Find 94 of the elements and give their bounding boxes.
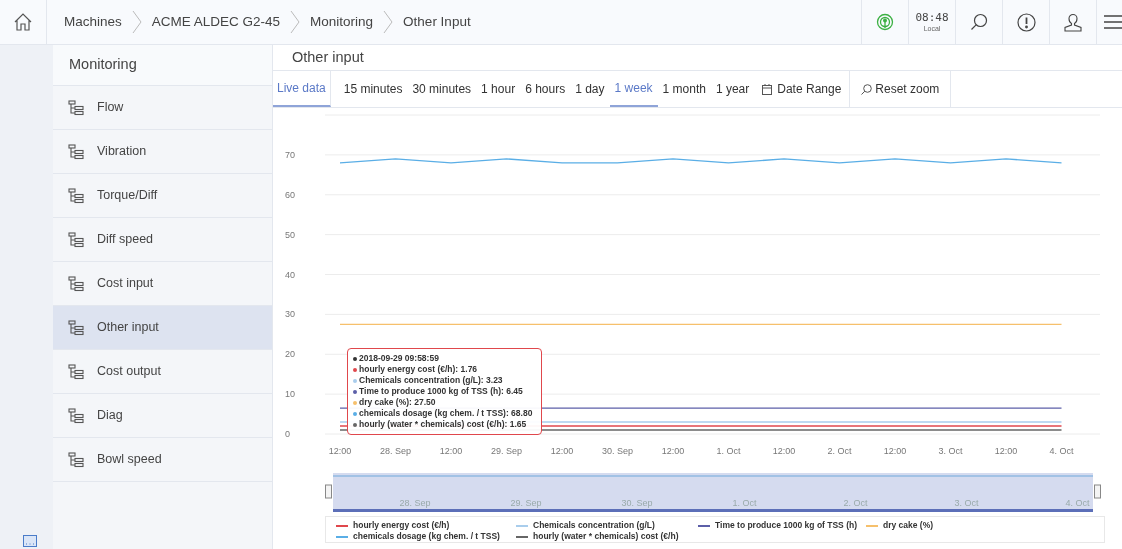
time-range-tab[interactable]: 1 month bbox=[657, 71, 711, 107]
tooltip-entry: Chemicals concentration (g/L): 3.23 bbox=[359, 375, 503, 386]
legend-label[interactable]: dry cake (%) bbox=[883, 520, 934, 531]
breadcrumb-link[interactable]: ACME ALDEC G2-45 bbox=[151, 11, 281, 33]
tooltip-entry: chemicals dosage (kg chem. / t TSS): 68.80 bbox=[359, 408, 533, 419]
time-range-tab[interactable]: 1 year bbox=[710, 71, 755, 107]
tree-icon bbox=[68, 319, 84, 336]
breadcrumb-link[interactable]: Machines bbox=[64, 11, 122, 33]
navigator-label: 29. Sep bbox=[510, 498, 542, 508]
time-range-tab[interactable]: 6 hours bbox=[520, 71, 571, 107]
search-icon bbox=[970, 13, 988, 31]
navigator-label: 1. Oct bbox=[732, 498, 757, 508]
sidebar-item[interactable]: Bowl speed bbox=[53, 438, 272, 482]
legend-label[interactable]: hourly energy cost (€/h) bbox=[353, 520, 450, 531]
sidebar-title: Monitoring bbox=[53, 45, 272, 86]
tree-icon bbox=[68, 407, 84, 424]
tree-icon bbox=[68, 275, 84, 292]
live-data-tab[interactable]: Live data bbox=[273, 71, 331, 107]
x-axis-label: 1. Oct bbox=[716, 446, 741, 456]
tooltip-entry: hourly energy cost (€/h): 1.76 bbox=[359, 364, 478, 375]
chevron-icon bbox=[383, 10, 394, 34]
navigator-handle[interactable] bbox=[1094, 484, 1101, 499]
calendar-icon bbox=[762, 83, 774, 95]
y-axis-label: 40 bbox=[285, 269, 295, 280]
legend-label[interactable]: hourly (water * chemicals) cost (€/h) bbox=[533, 531, 679, 542]
legend-label[interactable]: chemicals dosage (kg chem. / t TSS) bbox=[353, 531, 500, 542]
y-axis-label: 50 bbox=[285, 229, 295, 240]
legend-label[interactable]: Time to produce 1000 kg of TSS (h) bbox=[715, 520, 857, 531]
navigator-label: 30. Sep bbox=[621, 498, 653, 508]
date-range-button[interactable]: Date Range bbox=[754, 71, 851, 107]
sidebar-item[interactable]: Diag bbox=[53, 394, 272, 438]
y-axis-label: 10 bbox=[285, 389, 295, 400]
tooltip-title: 2018-09-29 09:58:59 bbox=[359, 353, 439, 364]
x-axis-label: 2. Oct bbox=[827, 446, 852, 456]
tree-icon bbox=[68, 187, 84, 204]
page-title: Other input bbox=[273, 45, 1122, 71]
sidebar-item[interactable]: Vibration bbox=[53, 130, 272, 174]
menu-button[interactable] bbox=[1096, 0, 1122, 44]
tooltip-entry: dry cake (%): 27.50 bbox=[359, 397, 436, 408]
tree-icon bbox=[68, 363, 84, 380]
home-icon bbox=[13, 12, 33, 32]
signal-icon bbox=[876, 13, 894, 31]
legend-label[interactable]: Chemicals concentration (g/L) bbox=[533, 520, 655, 531]
navigator-label: 28. Sep bbox=[399, 498, 431, 508]
tree-icon bbox=[68, 143, 84, 160]
x-axis-label: 12:00 bbox=[883, 446, 907, 456]
tooltip-entry: Time to produce 1000 kg of TSS (h): 6.45 bbox=[359, 386, 523, 397]
tree-icon bbox=[68, 99, 84, 116]
time-range-tab[interactable]: 1 week bbox=[609, 71, 658, 107]
x-axis-label: 4. Oct bbox=[1049, 446, 1074, 456]
x-axis-label: 3. Oct bbox=[938, 446, 963, 456]
x-axis-label: 12:00 bbox=[994, 446, 1018, 456]
sidebar-item[interactable]: Torque/Diff bbox=[53, 174, 272, 218]
sidebar-item[interactable]: Diff speed bbox=[53, 218, 272, 262]
navigator-band[interactable] bbox=[332, 473, 1094, 512]
chevron-icon bbox=[131, 10, 142, 34]
chevron-icon bbox=[290, 10, 301, 34]
breadcrumb-link[interactable]: Other Input bbox=[403, 11, 471, 33]
clock-time: 08:48 bbox=[915, 12, 949, 23]
navigator-label: 3. Oct bbox=[954, 498, 979, 508]
alert-icon bbox=[1016, 12, 1036, 32]
tree-icon bbox=[68, 231, 84, 248]
sidebar-item[interactable]: Cost output bbox=[53, 350, 272, 394]
navigator-label: 2. Oct bbox=[843, 498, 868, 508]
x-axis-label: 12:00 bbox=[550, 446, 574, 456]
sidebar-item[interactable]: Flow bbox=[53, 86, 272, 130]
x-axis-label: 28. Sep bbox=[380, 446, 411, 456]
time-range-tab[interactable]: 15 minutes bbox=[338, 71, 408, 107]
y-axis-label: 70 bbox=[285, 149, 295, 160]
x-axis-label: 12:00 bbox=[772, 446, 796, 456]
tooltip-entry: hourly (water * chemicals) cost (€/h): 1.65 bbox=[359, 419, 527, 430]
time-range-tab[interactable]: 30 minutes bbox=[407, 71, 477, 107]
y-axis-label: 20 bbox=[285, 349, 295, 360]
time-range-tab[interactable]: 1 day bbox=[570, 71, 610, 107]
breadcrumb-link[interactable]: Monitoring bbox=[310, 11, 374, 33]
y-axis-label: 0 bbox=[285, 429, 290, 439]
reset-zoom-button[interactable]: Reset zoom bbox=[850, 71, 952, 107]
monitor-icon[interactable] bbox=[23, 535, 37, 547]
user-icon bbox=[1064, 12, 1082, 32]
sidebar-item[interactable]: Other input bbox=[53, 306, 272, 350]
tree-icon bbox=[68, 451, 84, 468]
time-range-tab[interactable]: 1 hour bbox=[476, 71, 521, 107]
menu-icon bbox=[1104, 14, 1122, 30]
bullet-icon bbox=[353, 356, 357, 361]
search-icon bbox=[861, 83, 873, 95]
y-axis-label: 30 bbox=[285, 309, 295, 320]
x-axis-label: 29. Sep bbox=[491, 446, 522, 456]
y-axis-label: 60 bbox=[285, 189, 295, 200]
x-axis-label: 12:00 bbox=[661, 446, 685, 456]
navigator-label: 4. Oct bbox=[1065, 498, 1090, 508]
navigator-handle[interactable] bbox=[325, 484, 332, 499]
x-axis-label: 12:00 bbox=[328, 446, 352, 456]
x-axis-label: 30. Sep bbox=[602, 446, 633, 456]
x-axis-label: 12:00 bbox=[439, 446, 463, 456]
